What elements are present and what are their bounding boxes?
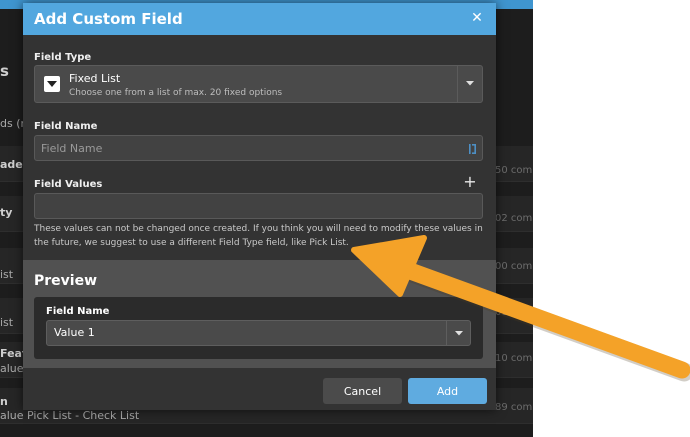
preview-field-label: Field Name bbox=[46, 306, 110, 317]
preview-section: Preview Field Name Value 1 bbox=[23, 260, 496, 368]
field-values-input[interactable] bbox=[34, 193, 483, 219]
dialog-title: Add Custom Field bbox=[34, 10, 183, 28]
preview-value-select[interactable]: Value 1 bbox=[46, 320, 471, 346]
field-name-label: Field Name bbox=[34, 121, 98, 132]
dropdown-list-icon bbox=[44, 76, 60, 92]
dialog-header: Add Custom Field ✕ bbox=[23, 3, 496, 35]
add-button[interactable]: Add bbox=[408, 378, 487, 404]
bg-text: ds (r bbox=[0, 117, 26, 130]
autofill-icon[interactable] bbox=[468, 141, 478, 155]
preview-title: Preview bbox=[34, 273, 98, 289]
bg-text: alue bbox=[0, 362, 24, 375]
field-type-selected-description: Choose one from a list of max. 20 fixed … bbox=[69, 88, 283, 98]
cancel-button[interactable]: Cancel bbox=[323, 378, 402, 404]
field-values-help-text: These values can not be changed once cre… bbox=[34, 224, 483, 248]
bg-text: n bbox=[0, 395, 8, 408]
bg-count: 02 comic bbox=[495, 213, 533, 224]
bg-count: 89 comic bbox=[495, 402, 533, 413]
field-values-label: Field Values bbox=[34, 179, 103, 190]
add-custom-field-dialog: Add Custom Field ✕ Field Type Fixed List… bbox=[23, 3, 496, 410]
bg-text: ist bbox=[0, 316, 14, 329]
close-icon[interactable]: ✕ bbox=[469, 9, 485, 27]
field-type-selected-title: Fixed List bbox=[69, 72, 121, 85]
bg-text: s bbox=[0, 62, 9, 80]
bg-text: alue Pick List - Check List bbox=[0, 409, 140, 422]
bg-count: 50 comic bbox=[495, 165, 533, 176]
field-name-input[interactable] bbox=[34, 135, 483, 161]
bg-count: 00 comic bbox=[495, 261, 533, 272]
bg-text: ty bbox=[0, 206, 13, 219]
bg-count: 01 comic bbox=[495, 307, 533, 318]
preview-selected-value: Value 1 bbox=[54, 326, 95, 339]
chevron-down-icon[interactable] bbox=[457, 66, 482, 102]
bg-count: 10 comic bbox=[495, 353, 533, 364]
chevron-down-icon[interactable] bbox=[446, 321, 470, 345]
bg-text: ist bbox=[0, 268, 14, 281]
dialog-footer: Cancel Add bbox=[23, 368, 496, 410]
field-type-label: Field Type bbox=[34, 52, 92, 63]
preview-card: Field Name Value 1 bbox=[34, 297, 483, 359]
field-type-select[interactable]: Fixed List Choose one from a list of max… bbox=[34, 65, 483, 103]
plus-icon[interactable]: + bbox=[463, 174, 477, 190]
